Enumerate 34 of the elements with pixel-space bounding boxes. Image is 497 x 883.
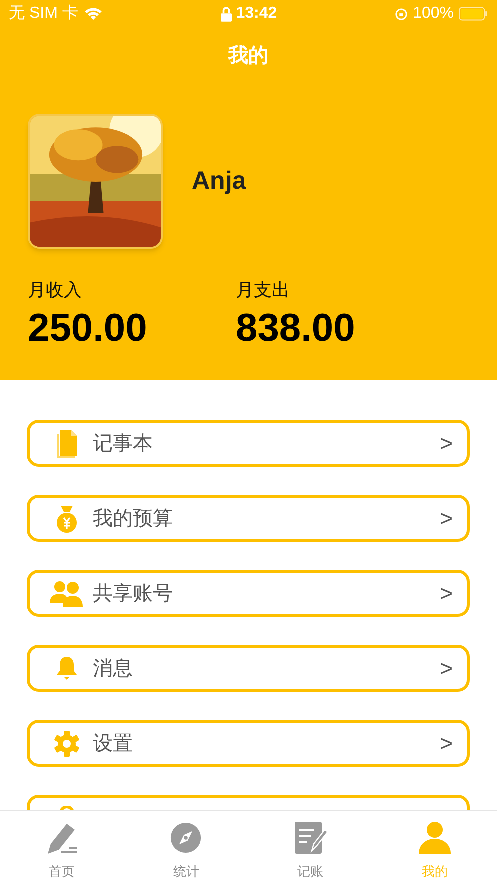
stat-label: 月支出 <box>236 279 291 302</box>
user-name: Anja <box>192 166 246 197</box>
tab-item[interactable]: 记账 <box>248 811 373 883</box>
compass-icon <box>170 821 202 855</box>
chevron-text: > <box>440 730 453 758</box>
chevron-text: > <box>440 505 453 533</box>
menu-item[interactable]: 记事本 > <box>27 420 470 467</box>
notepad-icon <box>294 821 328 855</box>
menu-label: 我的预算 <box>93 506 173 532</box>
person-icon <box>418 821 452 855</box>
lock-icon <box>221 6 232 22</box>
page-title: 我的 <box>228 44 268 69</box>
people-icon <box>50 580 84 606</box>
menu-item[interactable]: 我的预算 > <box>27 495 470 542</box>
menu-item[interactable]: 消息 > <box>27 645 470 692</box>
menu-item[interactable]: 共享账号 > <box>27 570 470 617</box>
carrier-text: 无 SIM 卡 <box>9 4 78 24</box>
chevron-text: > <box>440 430 453 458</box>
menu-item[interactable]: 设置 > <box>27 720 470 767</box>
stat-label: 月收入 <box>28 279 83 302</box>
battery-text: 100% <box>413 4 454 24</box>
battery-icon <box>459 7 488 21</box>
time-text: 13:42 <box>236 4 278 24</box>
menu-label: 共享账号 <box>93 582 173 606</box>
menu-label: 消息 <box>93 656 133 682</box>
chevron-text: > <box>440 580 453 608</box>
chevron-text: > <box>440 655 453 683</box>
wifi-icon <box>84 7 104 21</box>
stat-value: 838.00 <box>236 306 356 352</box>
stat-value: 250.00 <box>28 306 148 352</box>
menu-label: 设置 <box>93 732 133 756</box>
rotation-lock-icon <box>395 8 408 20</box>
menu-label: 记事本 <box>93 432 153 456</box>
pencil-icon <box>45 821 80 855</box>
